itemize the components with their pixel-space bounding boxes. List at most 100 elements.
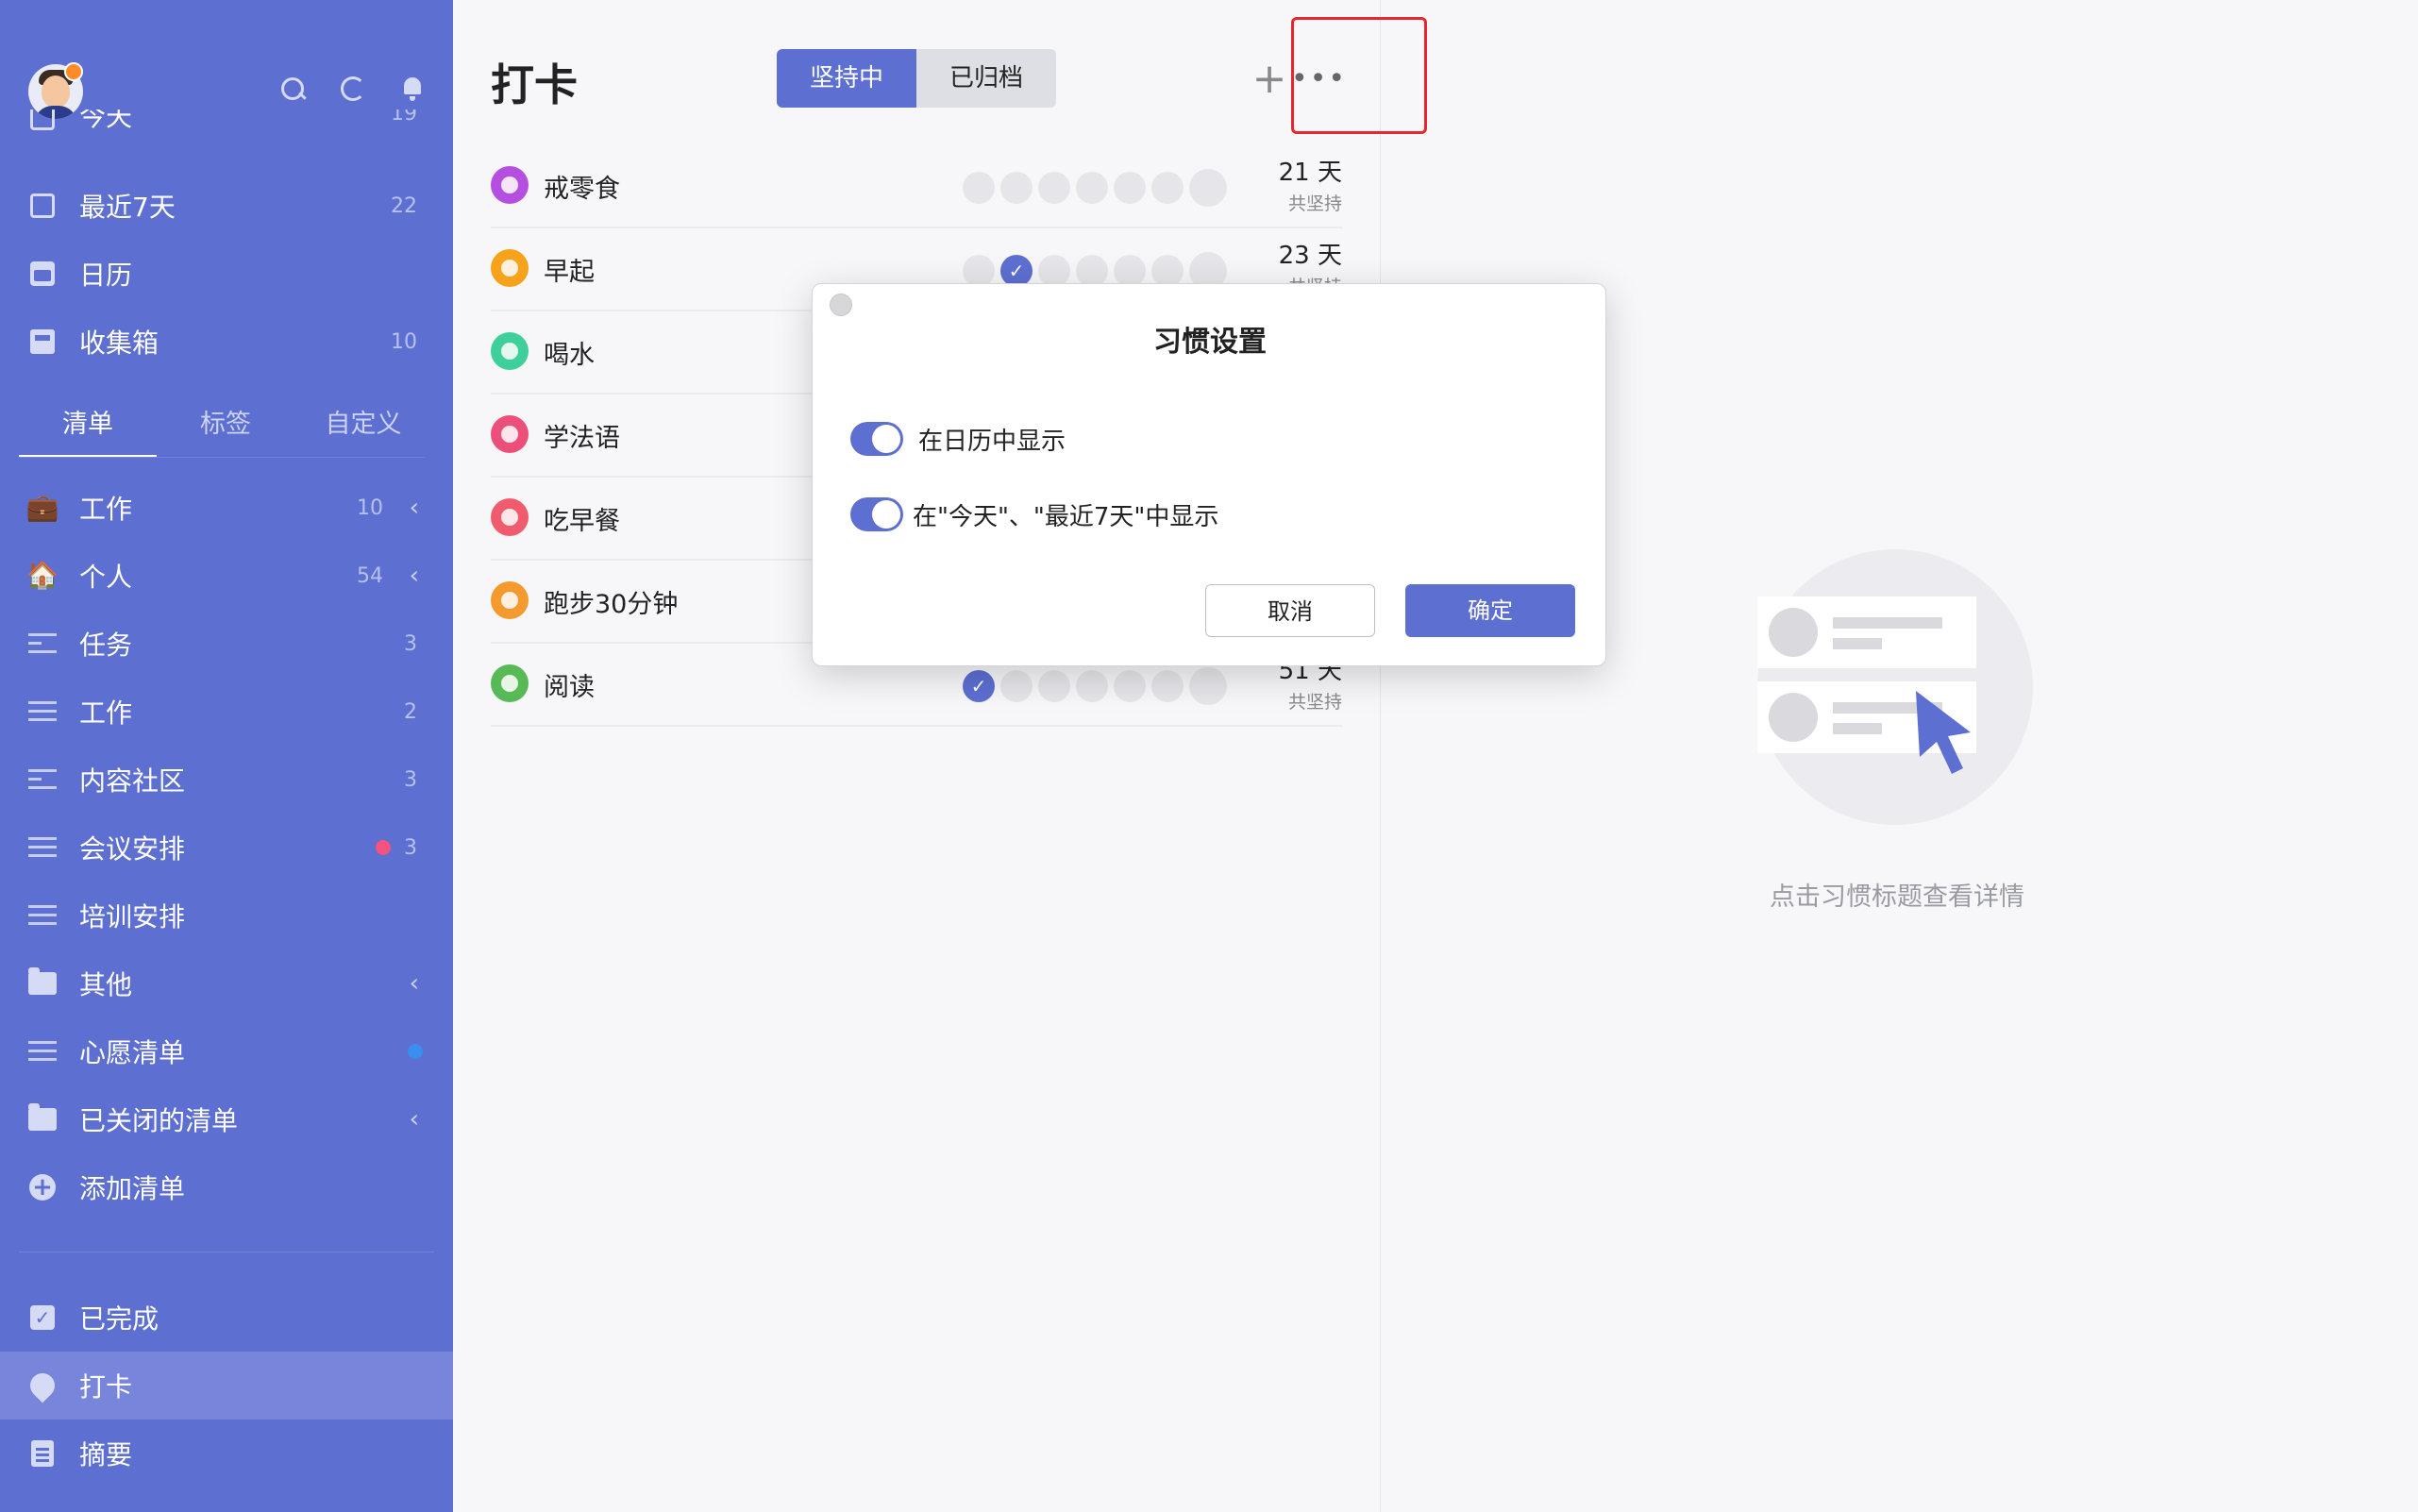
- day-circle[interactable]: [1038, 670, 1070, 702]
- sidebar-item-other-folder[interactable]: 其他 ‹: [0, 953, 453, 1014]
- add-habit-button[interactable]: +: [1251, 55, 1288, 104]
- sidebar-item-wishlist[interactable]: 心愿清单: [0, 1021, 453, 1082]
- habit-icon: [491, 332, 529, 370]
- sidebar-item-label: 打卡: [79, 1371, 133, 1403]
- habit-name[interactable]: 戒零食: [544, 168, 620, 205]
- list-icon: [28, 1041, 57, 1062]
- checked-day-icon[interactable]: ✓: [1000, 255, 1033, 287]
- sidebar-item-count: 3: [404, 767, 417, 792]
- tab-in-progress[interactable]: 坚持中: [777, 49, 916, 108]
- sidebar-item-label: 个人: [79, 562, 133, 593]
- day-circle[interactable]: [1076, 172, 1108, 204]
- day-circle[interactable]: [1189, 667, 1227, 705]
- day-circle[interactable]: [1000, 670, 1033, 702]
- day-circle[interactable]: [1151, 255, 1184, 287]
- day-circle[interactable]: [1038, 172, 1070, 204]
- week-checkins: ✓: [963, 667, 1246, 708]
- segmented-control: 坚持中 已归档: [777, 49, 1056, 108]
- chevron-left-icon[interactable]: ‹: [410, 494, 419, 522]
- day-circle[interactable]: [1114, 255, 1146, 287]
- week-checkins: [963, 169, 1246, 210]
- sidebar-item-label: 今天: [79, 109, 133, 132]
- house-icon: 🏠: [25, 560, 59, 591]
- search-icon[interactable]: [277, 74, 308, 104]
- sidebar-item-count: 22: [391, 193, 417, 218]
- sidebar-item-count: 3: [404, 835, 417, 860]
- sidebar-item-label: 日历: [79, 260, 133, 291]
- streak-counter: 21 天共坚持: [1279, 153, 1342, 215]
- day-circle[interactable]: [1114, 670, 1146, 702]
- summary-icon: [31, 1440, 54, 1467]
- sidebar-item-label: 培训安排: [79, 901, 186, 932]
- sidebar-item-summary[interactable]: 摘要: [0, 1423, 453, 1484]
- streak-days: 23 天: [1278, 242, 1342, 270]
- habit-icon: [491, 249, 529, 287]
- sidebar-item-closed-lists[interactable]: 已关闭的清单 ‹: [0, 1089, 453, 1150]
- sidebar-item-label: 任务: [79, 630, 133, 661]
- chevron-left-icon[interactable]: ‹: [410, 969, 419, 998]
- tab-archived[interactable]: 已归档: [916, 49, 1056, 108]
- habit-name[interactable]: 喝水: [544, 334, 595, 371]
- habit-name[interactable]: 吃早餐: [544, 500, 620, 537]
- habit-list-panel: 打卡 坚持中 已归档 + ••• 戒零食21 天共坚持早起✓23 天共坚持喝水学…: [453, 0, 1381, 1512]
- day-circle[interactable]: [1114, 172, 1146, 204]
- sidebar-item-today[interactable]: 今天 19: [0, 109, 453, 162]
- day-circle[interactable]: [1151, 172, 1184, 204]
- chevron-left-icon[interactable]: ‹: [410, 562, 419, 590]
- day-circle[interactable]: [1000, 172, 1033, 204]
- sidebar-item-work-folder[interactable]: 💼 工作 10 ‹: [0, 478, 453, 538]
- briefcase-icon: 💼: [25, 492, 59, 523]
- sidebar-item-inbox[interactable]: 收集箱 10: [0, 311, 453, 372]
- day-circle[interactable]: [1189, 169, 1227, 207]
- color-dot: [376, 840, 391, 855]
- sidebar-item-work[interactable]: 工作 2: [0, 681, 453, 742]
- shared-list-icon: [28, 633, 57, 654]
- cancel-button[interactable]: 取消: [1205, 584, 1375, 637]
- day-circle[interactable]: [1151, 670, 1184, 702]
- sidebar-item-personal-folder[interactable]: 🏠 个人 54 ‹: [0, 546, 453, 606]
- sidebar-item-label: 心愿清单: [79, 1037, 186, 1068]
- sidebar-item-calendar[interactable]: 日历: [0, 244, 453, 304]
- sidebar-item-meetings[interactable]: 会议安排 3: [0, 817, 453, 878]
- sidebar-item-training[interactable]: 培训安排: [0, 885, 453, 946]
- habit-icon: [25, 1368, 60, 1403]
- checked-day-icon[interactable]: ✓: [963, 670, 995, 702]
- sidebar-item-count: 10: [357, 496, 383, 520]
- sidebar-item-content-community[interactable]: 内容社区 3: [0, 749, 453, 810]
- day-circle[interactable]: [1076, 670, 1108, 702]
- close-button[interactable]: [830, 294, 852, 316]
- tab-custom[interactable]: 自定义: [294, 396, 432, 453]
- sidebar-item-label: 添加清单: [79, 1173, 186, 1204]
- sidebar-item-tasks[interactable]: 任务 3: [0, 613, 453, 674]
- bell-icon[interactable]: [398, 74, 428, 104]
- toggle-switch[interactable]: [850, 497, 903, 531]
- add-list-button[interactable]: + 添加清单: [0, 1157, 453, 1218]
- shared-list-icon: [28, 769, 57, 790]
- empty-state-hint: 点击习惯标题查看详情: [1770, 882, 2024, 912]
- habit-row[interactable]: 戒零食 21 天共坚持: [491, 143, 1342, 228]
- habit-name[interactable]: 早起: [544, 251, 595, 288]
- streak-label: 共坚持: [1287, 193, 1342, 214]
- tab-tags[interactable]: 标签: [157, 396, 294, 453]
- confirm-button[interactable]: 确定: [1405, 584, 1575, 637]
- habit-name[interactable]: 跑步30分钟: [544, 583, 678, 620]
- day-circle[interactable]: [963, 255, 995, 287]
- toggle-switch[interactable]: [850, 422, 903, 456]
- chevron-left-icon[interactable]: ‹: [410, 1105, 419, 1134]
- highlight-annotation: [1291, 17, 1427, 134]
- page-title: 打卡: [491, 59, 578, 110]
- sidebar-item-completed[interactable]: ✓ 已完成: [0, 1287, 453, 1348]
- day-circle[interactable]: [963, 172, 995, 204]
- sidebar-item-habits[interactable]: 打卡: [0, 1352, 453, 1420]
- habit-name[interactable]: 阅读: [544, 666, 595, 703]
- sidebar: 今天 19 最近7天 22 日历 收集箱 10 清单 标签 自定义 💼 工作 1…: [0, 0, 453, 1512]
- sidebar-item-next7days[interactable]: 最近7天 22: [0, 176, 453, 236]
- day-circle[interactable]: [1038, 255, 1070, 287]
- sidebar-item-label: 会议安排: [79, 833, 186, 865]
- tab-lists[interactable]: 清单: [19, 396, 157, 453]
- habit-name[interactable]: 学法语: [544, 417, 620, 454]
- sync-icon[interactable]: [338, 74, 368, 104]
- day-circle[interactable]: [1076, 255, 1108, 287]
- option-label: 在"今天"、"最近7天"中显示: [913, 502, 1219, 531]
- illustration-card: [1757, 596, 1976, 668]
